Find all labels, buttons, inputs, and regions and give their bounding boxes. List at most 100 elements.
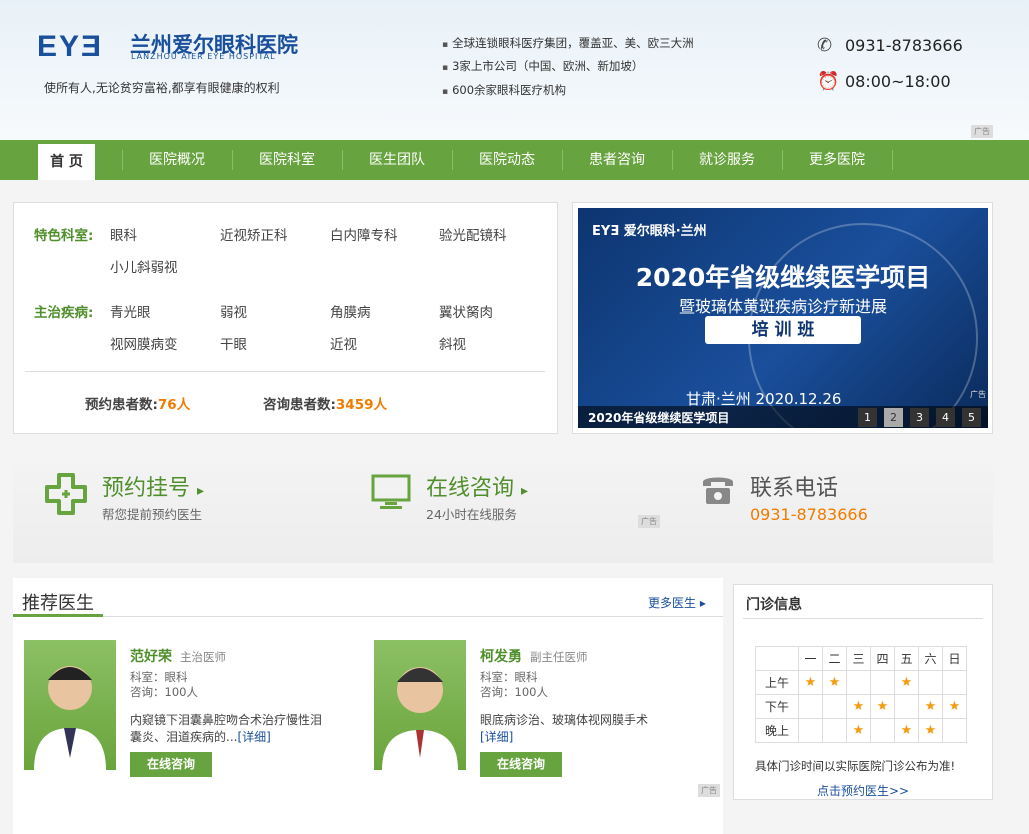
day-header: 一	[798, 646, 823, 671]
nav-overview[interactable]: 医院概况	[122, 140, 232, 180]
banner-page-4[interactable]: 4	[936, 408, 955, 427]
online-consult-sub: 24小时在线服务	[426, 507, 517, 522]
day-header: 六	[918, 646, 943, 671]
disease-link[interactable]: 角膜病	[330, 301, 371, 321]
disease-link[interactable]: 弱视	[220, 301, 247, 321]
nav-doctors[interactable]: 医生团队	[342, 140, 452, 180]
banner-caption: 2020年省级继续医学项目	[588, 411, 730, 425]
clinic-schedule-table: 一 二 三 四 五 六 日 上午 ★ ★ ★ 下午 ★ ★ ★ ★ 晚上 ★ ★ ★	[755, 646, 967, 743]
hours-text: 08:00~18:00	[845, 72, 951, 91]
day-header: 二	[822, 646, 847, 671]
banner-page-5[interactable]: 5	[962, 408, 981, 427]
appointment-sub: 帮您提前预约医生	[102, 507, 203, 522]
banner-carousel[interactable]: EYƎ 爱尔眼科·兰州 2020年省级继续医学项目 暨玻璃体黄斑疾病诊疗新进展 …	[578, 208, 988, 428]
schedule-cell	[846, 670, 871, 695]
clinic-info-title: 门诊信息	[746, 597, 802, 613]
day-header: 三	[846, 646, 871, 671]
schedule-cell	[870, 718, 895, 743]
disease-link[interactable]: 近视	[330, 333, 357, 353]
online-consult-button[interactable]: 在线咨询	[480, 752, 562, 777]
dept-link[interactable]: 验光配镜科	[439, 224, 507, 244]
available-star-icon: ★	[870, 694, 895, 719]
banner-page-3[interactable]: 3	[910, 408, 929, 427]
detail-link[interactable]: [详细]	[237, 730, 270, 744]
phone-icon: ✆	[817, 35, 833, 56]
highlight-item: 600余家眼科医疗机构	[442, 82, 566, 98]
ad-label: 广告	[638, 515, 660, 528]
doctor-desc: 眼底病诊治、玻璃体视网膜手术[详细]	[480, 713, 649, 744]
ad-label: 广告	[698, 784, 720, 797]
doctor-dept: 科室：眼科	[130, 670, 188, 684]
logo-icon[interactable]: EYƎ	[37, 30, 103, 64]
appointment-link[interactable]: 预约挂号 ▸	[102, 470, 204, 502]
schedule-row-label: 晚上	[755, 718, 799, 743]
disease-link[interactable]: 斜视	[439, 333, 466, 353]
doctor-name[interactable]: 柯发勇	[480, 646, 522, 666]
doctor-title: 主治医师	[180, 650, 226, 664]
day-header: 四	[870, 646, 895, 671]
disease-link[interactable]: 视网膜病变	[110, 333, 178, 353]
schedule-cell	[798, 718, 823, 743]
banner-ad-label: 广告	[970, 390, 986, 399]
phone-number: 0931-8783666	[845, 36, 963, 55]
monitor-icon	[371, 474, 411, 509]
online-consult-link[interactable]: 在线咨询 ▸	[426, 470, 528, 502]
available-star-icon: ★	[942, 694, 967, 719]
consult-count: 咨询患者数:3459人	[263, 397, 387, 413]
doctors-title: 推荐医生	[22, 593, 94, 614]
online-consult-button[interactable]: 在线咨询	[130, 752, 212, 777]
doctor-dept: 科室：眼科	[480, 670, 538, 684]
dept-link[interactable]: 白内障专科	[330, 224, 398, 244]
doctor-consults: 咨询：100人	[130, 685, 198, 699]
doctor-title: 副主任医师	[530, 650, 588, 664]
banner-tag: 培 训 班	[705, 316, 861, 344]
available-star-icon: ★	[918, 718, 943, 743]
nav-news[interactable]: 医院动态	[452, 140, 562, 180]
disease-link[interactable]: 翼状胬肉	[439, 301, 493, 321]
available-star-icon: ★	[894, 718, 919, 743]
more-doctors-link[interactable]: 更多医生 ▸	[648, 594, 706, 611]
ad-label: 广告	[971, 125, 993, 138]
clock-icon: ⏰	[817, 71, 840, 92]
schedule-cell	[942, 670, 967, 695]
nav-service[interactable]: 就诊服务	[672, 140, 782, 180]
available-star-icon: ★	[798, 670, 823, 695]
schedule-row-label: 下午	[755, 694, 799, 719]
diseases-label: 主治疾病:	[34, 305, 94, 321]
header-hours: ⏰ 08:00~18:00	[817, 71, 951, 92]
featured-label: 特色科室:	[34, 228, 94, 244]
disease-link[interactable]: 青光眼	[110, 301, 151, 321]
day-header: 日	[942, 646, 967, 671]
banner-subline: 暨玻璃体黄斑疾病诊疗新进展	[678, 297, 887, 316]
dept-link[interactable]: 近视矫正科	[220, 224, 288, 244]
schedule-cell	[870, 670, 895, 695]
schedule-row-label: 上午	[755, 670, 799, 695]
dept-link[interactable]: 眼科	[110, 224, 137, 244]
banner-page-1[interactable]: 1	[858, 408, 877, 427]
schedule-cell	[918, 670, 943, 695]
nav-departments[interactable]: 医院科室	[232, 140, 342, 180]
book-doctor-link[interactable]: 点击预约医生>>	[817, 782, 909, 799]
dept-link[interactable]: 小儿斜弱视	[110, 256, 178, 276]
nav-more-hospitals[interactable]: 更多医院	[782, 140, 892, 180]
available-star-icon: ★	[846, 718, 871, 743]
available-star-icon: ★	[846, 694, 871, 719]
banner-headline: 2020年省级继续医学项目	[635, 263, 931, 292]
slogan: 使所有人,无论贫穷富裕,都享有眼健康的权利	[44, 81, 280, 95]
day-header: 五	[894, 646, 919, 671]
nav-consult[interactable]: 患者咨询	[562, 140, 672, 180]
schedule-cell	[822, 694, 847, 719]
doctor-name[interactable]: 范好荣	[130, 646, 172, 666]
banner-page-2[interactable]: 2	[884, 408, 903, 427]
disease-link[interactable]: 干眼	[220, 333, 247, 353]
available-star-icon: ★	[918, 694, 943, 719]
doctor-photo[interactable]	[374, 640, 466, 770]
schedule-cell	[894, 694, 919, 719]
doctor-photo[interactable]	[24, 640, 116, 770]
schedule-cell	[798, 694, 823, 719]
contact-phone-title: 联系电话	[750, 476, 839, 501]
detail-link[interactable]: [详细]	[480, 730, 513, 744]
highlight-item: 3家上市公司（中国、欧洲、新加坡）	[442, 58, 643, 74]
nav-home[interactable]: 首 页	[38, 144, 95, 180]
telephone-icon	[703, 477, 733, 504]
